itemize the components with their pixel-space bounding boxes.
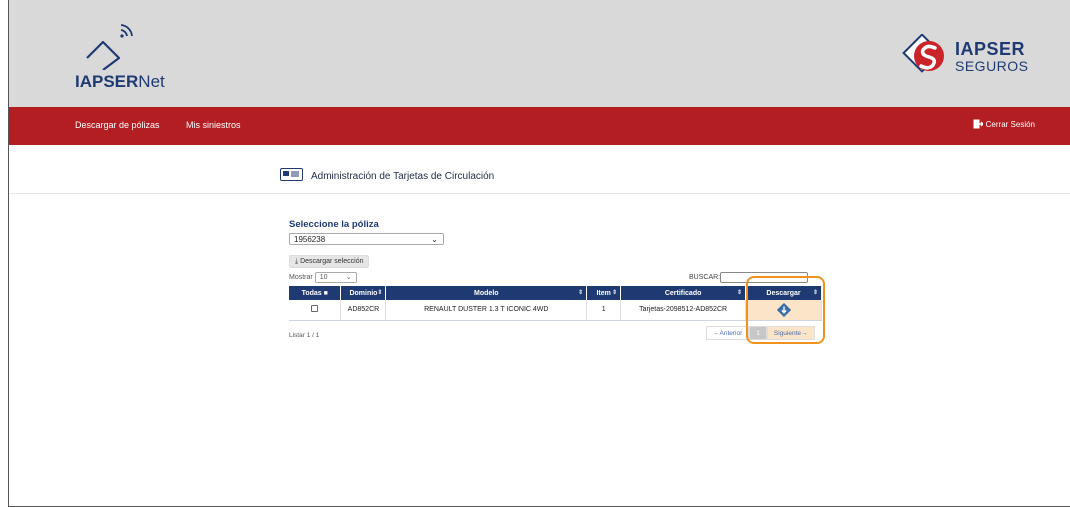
download-icon[interactable] — [776, 302, 791, 317]
search-control: BUSCAR: — [689, 272, 809, 283]
next-label: Siguiente — [773, 330, 801, 337]
download-selection-label: Descargar selección — [300, 258, 364, 265]
policy-select-label: Seleccione la póliza — [289, 219, 379, 230]
page-title: Administración de Tarjetas de Circulació… — [311, 171, 495, 182]
page-length-value: 10 — [319, 274, 328, 281]
search-input[interactable] — [720, 272, 809, 283]
sort-icon: ⇕ — [612, 290, 618, 296]
brand-text: IAPSER SEGUROS — [955, 40, 1029, 73]
logout-icon — [973, 119, 983, 129]
page-length-control: Mostrar 10 ⌄ — [289, 272, 357, 283]
col-modelo-label: Modelo — [474, 289, 499, 297]
logout-label: Cerrar Sesión — [985, 119, 1035, 129]
checkbox-all-icon: ■ — [323, 289, 328, 297]
page-length-select[interactable]: 10 ⌄ — [314, 272, 357, 283]
search-label: BUSCAR: — [689, 274, 721, 281]
show-label: Mostrar — [289, 274, 313, 281]
table-header-row: Todas ■ Dominio ⇕ Modelo ⇕ Item ⇕ Certifica… — [289, 286, 822, 300]
table-row: AD852CR RENAULT DUSTER 1.3 T ICONIC 4WD … — [289, 300, 822, 321]
sort-icon: ⇕ — [377, 290, 383, 296]
col-dominio[interactable]: Dominio ⇕ — [340, 286, 387, 300]
app-wordmark: IAPSERNet — [75, 72, 165, 91]
cell-dominio: AD852CR — [340, 300, 387, 321]
page-title-bar: Administración de Tarjetas de Circulació… — [9, 145, 1070, 194]
cloud-wifi-icon — [86, 24, 133, 70]
vehicles-table: Todas ■ Dominio ⇕ Modelo ⇕ Item ⇕ Certifica… — [289, 286, 822, 321]
col-dominio-label: Dominio — [349, 289, 378, 297]
header: IAPSERNet IAPSER SEGUROS — [9, 0, 1070, 107]
id-card-icon — [280, 168, 303, 181]
sort-icon: ⇕ — [812, 290, 818, 296]
prev-page-button[interactable]: ←Anterior — [706, 326, 750, 340]
cell-modelo: RENAULT DUSTER 1.3 T ICONIC 4WD — [385, 300, 588, 321]
col-descargar[interactable]: Descargar ⇕ — [745, 286, 822, 300]
main-nav: Descargar de pólizas Mis siniestros Cerr… — [9, 107, 1070, 145]
listing-info: Listar 1 / 1 — [289, 332, 320, 339]
app-frame: IAPSERNet IAPSER SEGUROS Descargar de pó… — [8, 0, 1070, 507]
pagination: ←Anterior 1 Siguiente→ — [706, 326, 815, 340]
row-checkbox-cell — [289, 300, 342, 321]
row-checkbox[interactable] — [311, 305, 319, 313]
policy-select[interactable]: 1956238 ⌄ — [289, 233, 444, 245]
sort-icon: ⇕ — [578, 290, 584, 296]
brand-line2: SEGUROS — [955, 58, 1029, 74]
sort-icon: ⇕ — [737, 290, 743, 296]
iapser-emblem-icon — [902, 34, 944, 73]
col-item-label: Item — [596, 289, 611, 297]
nav-item-descargar-polizas[interactable]: Descargar de pólizas — [75, 120, 160, 130]
chevron-down-icon: ⌄ — [345, 274, 352, 281]
col-item[interactable]: Item ⇕ — [586, 286, 622, 300]
col-modelo[interactable]: Modelo ⇕ — [385, 286, 588, 300]
brand-line1: IAPSER — [955, 39, 1026, 59]
arrow-right-icon: → — [801, 330, 808, 337]
col-certificado-label: Certificado — [664, 289, 702, 297]
iapsernet-logo[interactable]: IAPSERNet — [67, 22, 187, 92]
nav-item-mis-siniestros[interactable]: Mis siniestros — [186, 120, 241, 130]
col-descargar-label: Descargar — [766, 289, 801, 297]
col-todas-label: Todas — [301, 289, 322, 297]
chevron-down-icon: ⌄ — [431, 235, 438, 244]
prev-label: Anterior — [719, 330, 743, 337]
cell-item: 1 — [586, 300, 622, 321]
logout-button[interactable]: Cerrar Sesión — [973, 119, 1035, 129]
policy-selected-value: 1956238 — [294, 235, 326, 244]
col-certificado[interactable]: Certificado ⇕ — [620, 286, 747, 300]
page-number-button[interactable]: 1 — [749, 326, 767, 340]
download-small-icon: ⤓ — [295, 258, 299, 265]
col-todas[interactable]: Todas ■ — [289, 286, 342, 300]
next-page-button[interactable]: Siguiente→ — [766, 326, 815, 340]
cell-certificado: Tarjetas-2098512-AD852CR — [620, 300, 747, 321]
download-selection-button[interactable]: ⤓ Descargar selección — [289, 255, 370, 268]
cell-descargar — [745, 300, 822, 321]
iapser-seguros-logo: IAPSER SEGUROS — [899, 34, 1049, 90]
